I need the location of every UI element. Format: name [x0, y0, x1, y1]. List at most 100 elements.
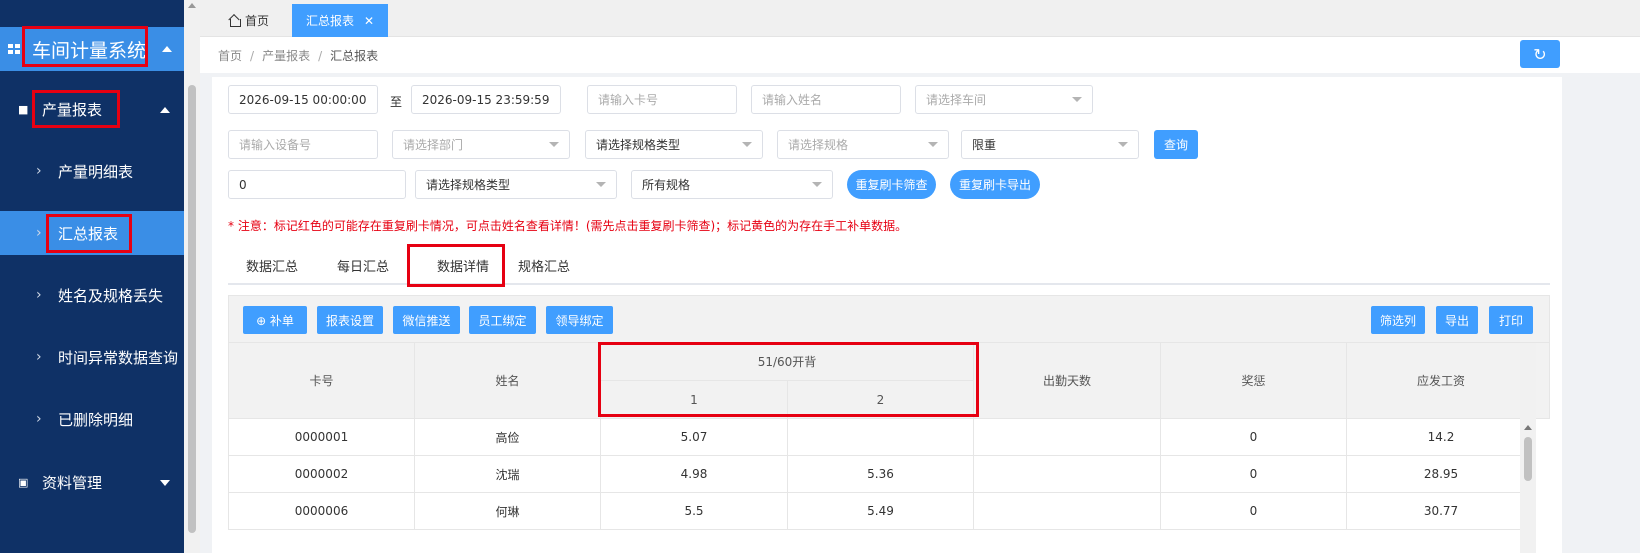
supplement-button[interactable]: ⊕ 补单 [243, 306, 307, 334]
sidebar-item-summary-report[interactable]: › 汇总报表 [0, 211, 184, 255]
scrollbar-thumb[interactable] [188, 85, 196, 533]
table-cell: 5.36 [788, 456, 974, 493]
sidebar-item-deleted-detail[interactable]: › 已删除明细 [0, 397, 184, 441]
table-cell: 28.95 [1347, 456, 1536, 493]
table-cell[interactable]: 沈瑞 [415, 456, 601, 493]
leader-bind-button[interactable]: 领导绑定 [546, 306, 613, 334]
limit-weight-select[interactable]: 限重 [961, 130, 1139, 159]
column-header-bonus[interactable]: 奖惩 [1161, 343, 1347, 419]
data-table: 卡号 姓名 51/60开背 1 2 出勤天数 奖惩 应发工资 0000001 高… [228, 343, 1550, 553]
app-title-bar[interactable]: 车间计量系统 [0, 27, 184, 71]
column-header-attendance-days[interactable]: 出勤天数 [974, 343, 1161, 419]
spec-type-select[interactable]: 请选择规格类型 [585, 130, 763, 159]
print-button[interactable]: 打印 [1489, 306, 1533, 334]
app-title: 车间计量系统 [32, 39, 147, 62]
sidebar-group-production-report[interactable]: ■ 产量报表 [0, 87, 184, 131]
department-select[interactable]: 请选择部门 [392, 130, 570, 159]
start-time-input[interactable]: 2026-09-15 00:00:00 [228, 85, 378, 114]
breadcrumb-separator: / [318, 49, 323, 63]
refresh-button[interactable]: ↻ [1520, 40, 1560, 68]
column-header-sub-2[interactable]: 2 [788, 381, 974, 419]
tab-data-summary[interactable]: 数据汇总 [246, 245, 298, 285]
chevron-right-icon: › [36, 287, 42, 303]
report-icon: ■ [18, 102, 29, 116]
breadcrumb-item[interactable]: 产量报表 [262, 49, 310, 63]
scroll-up-icon[interactable] [188, 3, 196, 8]
select-value: 请选择规格类型 [596, 138, 681, 152]
tab-spec-summary[interactable]: 规格汇总 [518, 245, 570, 285]
employee-bind-button[interactable]: 员工绑定 [469, 306, 536, 334]
chevron-right-icon: › [36, 349, 42, 365]
duplicate-swipe-export-button[interactable]: 重复刷卡导出 [950, 170, 1040, 199]
chevron-down-icon [1118, 142, 1128, 147]
select-placeholder: 请选择部门 [403, 138, 464, 152]
column-header-wage[interactable]: 应发工资 [1347, 343, 1536, 419]
close-icon[interactable]: ✕ [364, 14, 374, 28]
tab-data-detail[interactable]: 数据详情 [428, 245, 498, 287]
table-cell[interactable]: 何琳 [415, 493, 601, 530]
table-cell[interactable]: 高俭 [415, 419, 601, 456]
sidebar-group-data-management[interactable]: ▣ 资料管理 [0, 460, 184, 504]
table-cell: 30.77 [1347, 493, 1536, 530]
breadcrumb: 首页 / 产量报表 / 汇总报表 [218, 47, 378, 64]
table-cell: 0000002 [228, 456, 415, 493]
query-button[interactable]: 查询 [1154, 130, 1198, 159]
table-cell: 0 [1161, 456, 1347, 493]
chevron-right-icon: › [36, 225, 42, 241]
caret-up-icon [162, 46, 172, 52]
breadcrumb-item[interactable]: 首页 [218, 49, 242, 63]
all-specs-select[interactable]: 所有规格 [631, 170, 833, 199]
table-cell: 0000006 [228, 493, 415, 530]
wechat-push-button[interactable]: 微信推送 [393, 306, 460, 334]
filter-columns-button[interactable]: 筛选列 [1371, 306, 1425, 334]
tab-daily-summary[interactable]: 每日汇总 [337, 245, 389, 285]
breadcrumb-bar: 首页 / 产量报表 / 汇总报表 ↻ [200, 37, 1640, 73]
sidebar-item-label: 已删除明细 [58, 410, 134, 429]
main-area: 首页 汇总报表 ✕ 首页 / 产量报表 / 汇总报表 ↻ 2026-09-15 00:0… [200, 0, 1640, 553]
workshop-select[interactable]: 请选择车间 [915, 85, 1093, 114]
duplicate-swipe-filter-button[interactable]: 重复刷卡筛查 [847, 170, 936, 199]
active-underline [428, 285, 498, 287]
select-placeholder: 请选择车间 [926, 93, 987, 107]
spec-type-select-2[interactable]: 请选择规格类型 [415, 170, 617, 199]
chevron-down-icon [1072, 97, 1082, 102]
table-cell: 5.5 [601, 493, 788, 530]
card-number-input[interactable]: 请输入卡号 [587, 85, 737, 114]
sidebar-group-label: 资料管理 [42, 473, 103, 492]
chevron-down-icon [596, 182, 606, 187]
spec-select[interactable]: 请选择规格 [777, 130, 949, 159]
report-settings-button[interactable]: 报表设置 [317, 306, 383, 334]
device-number-input[interactable]: 请输入设备号 [228, 130, 378, 159]
number-input[interactable]: 0 [228, 170, 406, 199]
tab-summary-report[interactable]: 汇总报表 ✕ [292, 4, 388, 37]
tab-bar: 首页 汇总报表 ✕ [200, 0, 1640, 37]
column-group-header[interactable]: 51/60开背 [601, 343, 974, 381]
sidebar-item-label: 汇总报表 [58, 224, 119, 243]
sidebar-item-time-anomaly[interactable]: › 时间异常数据查询 [0, 335, 184, 379]
header-filler [1536, 343, 1550, 419]
column-header-name[interactable]: 姓名 [415, 343, 601, 419]
to-label: 至 [390, 95, 403, 109]
tab-label: 汇总报表 [305, 14, 354, 28]
table-cell: 5.49 [788, 493, 974, 530]
chevron-right-icon: › [36, 163, 42, 179]
tab-home[interactable]: 首页 [212, 4, 286, 37]
select-value: 所有规格 [642, 178, 691, 192]
column-header-sub-1[interactable]: 1 [601, 381, 788, 419]
chevron-down-icon [928, 142, 938, 147]
sub-tabs: 数据汇总 每日汇总 数据详情 规格汇总 [228, 245, 1550, 287]
sidebar-item-production-detail[interactable]: › 产量明细表 [0, 149, 184, 193]
chevron-down-icon [549, 142, 559, 147]
table-scrollbar[interactable] [1520, 343, 1536, 553]
table-cell: 5.07 [601, 419, 788, 456]
end-time-input[interactable]: 2026-09-15 23:59:59 [411, 85, 561, 114]
sidebar-scrollbar[interactable] [184, 0, 200, 553]
column-header-card[interactable]: 卡号 [228, 343, 415, 419]
export-button[interactable]: 导出 [1436, 306, 1478, 334]
name-input[interactable]: 请输入姓名 [751, 85, 901, 114]
table-cell [974, 456, 1161, 493]
sidebar-item-name-spec-missing[interactable]: › 姓名及规格丢失 [0, 273, 184, 317]
breadcrumb-separator: / [250, 49, 255, 63]
scrollbar-thumb[interactable] [1524, 437, 1532, 481]
scroll-up-icon[interactable] [1524, 425, 1532, 430]
